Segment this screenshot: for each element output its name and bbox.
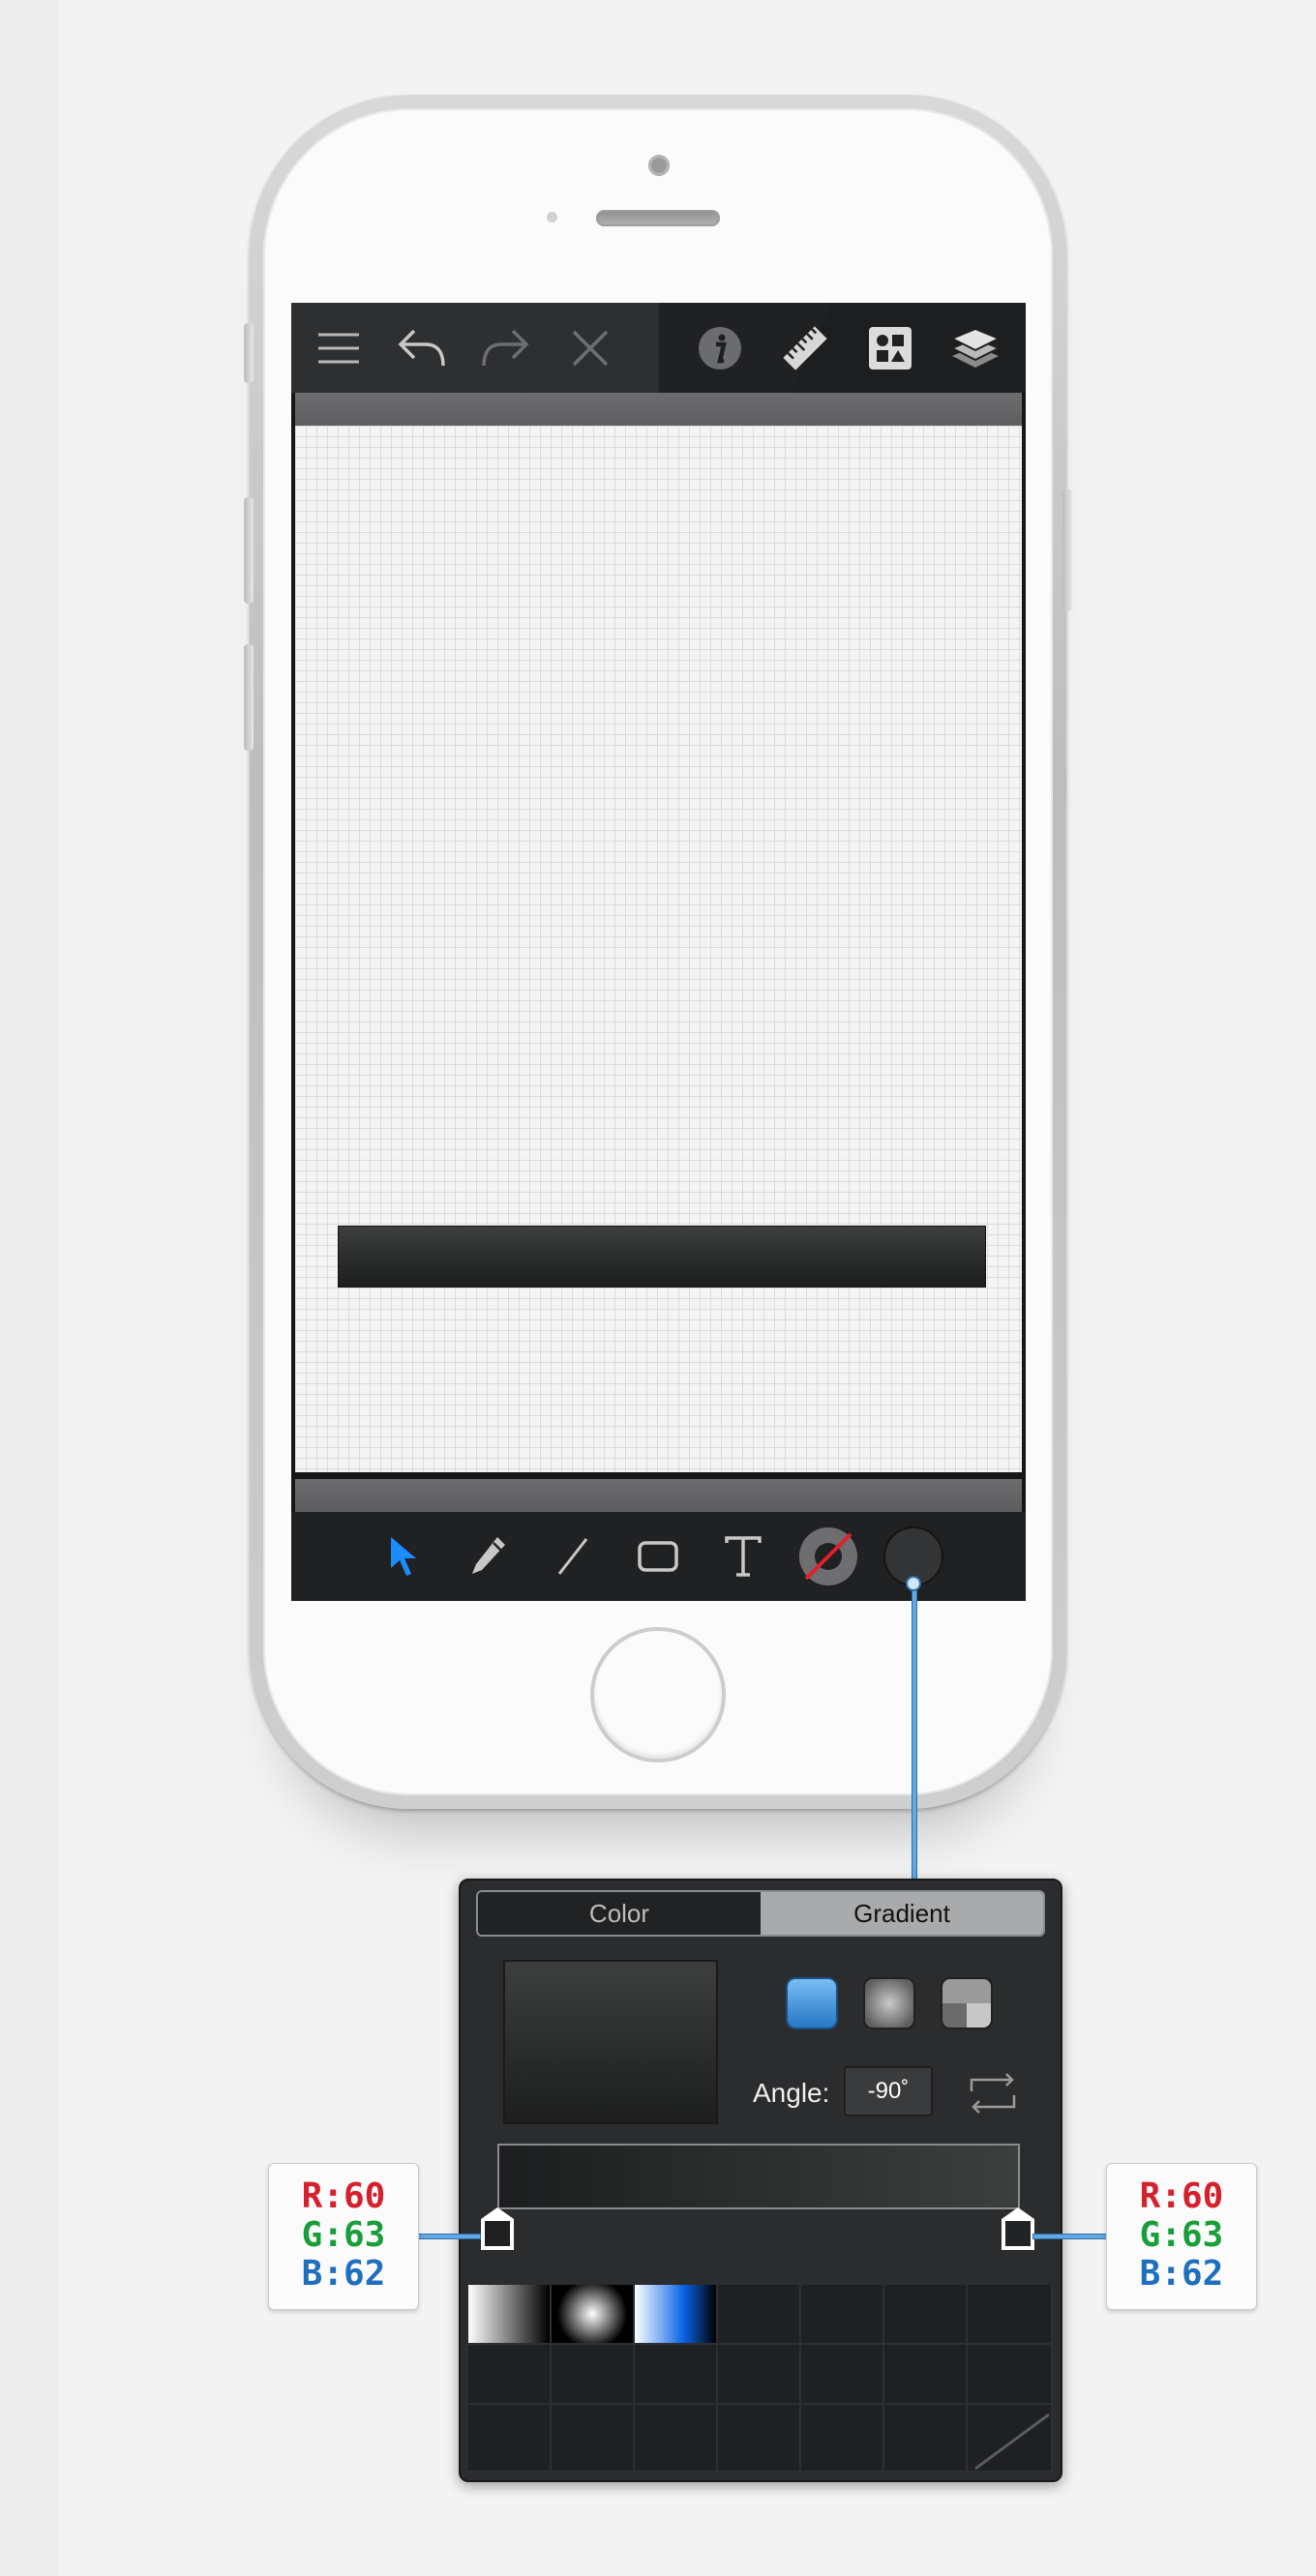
preset-empty[interactable] [468, 2345, 552, 2405]
preset-empty[interactable] [884, 2345, 968, 2405]
preset-empty[interactable] [718, 2345, 801, 2405]
mute-switch [244, 323, 254, 383]
volume-down-button [244, 644, 254, 751]
background-left-band [0, 0, 58, 2576]
fill-type-segmented-control: Color Gradient [476, 1890, 1045, 1937]
reverse-gradient-icon[interactable] [966, 2068, 1020, 2118]
info-icon[interactable] [686, 303, 754, 393]
volume-up-button [244, 497, 254, 604]
undo-icon[interactable] [388, 303, 456, 393]
close-icon[interactable] [556, 303, 624, 393]
canvas-bottom-margin [295, 1479, 1022, 1512]
proximity-sensor [547, 212, 557, 222]
preset-empty[interactable] [635, 2345, 718, 2405]
top-toolbar [291, 303, 1026, 393]
callout-link-right [1033, 2235, 1107, 2238]
redo-icon[interactable] [471, 303, 539, 393]
preset-empty[interactable] [884, 2405, 968, 2472]
preset-empty[interactable] [801, 2405, 884, 2472]
earpiece-speaker [596, 210, 720, 226]
preset-empty[interactable] [801, 2345, 884, 2405]
preset-empty[interactable] [718, 2405, 801, 2472]
preset-empty[interactable] [552, 2405, 635, 2472]
gradient-preview [503, 1960, 718, 2124]
canvas-top-margin [295, 393, 1022, 426]
layers-icon[interactable] [942, 303, 1009, 393]
rgb-callout-left: R:60 G:63 B:62 [268, 2163, 419, 2310]
preset-empty[interactable] [884, 2285, 968, 2345]
line-icon[interactable] [539, 1512, 607, 1601]
front-camera [648, 155, 670, 176]
tab-gradient[interactable]: Gradient [761, 1892, 1043, 1935]
gradient-bar[interactable] [497, 2144, 1020, 2209]
connector-line [912, 1583, 916, 1880]
preset-empty[interactable] [552, 2345, 635, 2405]
resize-corner-cell[interactable] [968, 2405, 1053, 2472]
gradient-stop-left[interactable] [479, 2206, 516, 2252]
preset-white-blue-black-linear[interactable] [635, 2285, 718, 2345]
power-button [1062, 489, 1072, 611]
rectangle-icon[interactable] [624, 1512, 692, 1601]
stroke-color-icon[interactable] [794, 1512, 862, 1601]
angle-gradient-icon[interactable] [942, 1979, 991, 2028]
callout-blue-value: B:62 [301, 2254, 386, 2294]
pen-icon[interactable] [454, 1512, 522, 1601]
callout-red-value: R:60 [301, 2176, 386, 2216]
preset-empty[interactable] [635, 2405, 718, 2472]
drawing-canvas[interactable] [295, 426, 1022, 1472]
gradient-stop-right[interactable] [1000, 2206, 1036, 2252]
callout-green-value: G:63 [301, 2215, 386, 2255]
selected-rectangle-shape[interactable] [338, 1226, 986, 1288]
tab-color[interactable]: Color [478, 1892, 761, 1935]
select-arrow-icon[interactable] [369, 1512, 436, 1601]
shapes-icon[interactable] [856, 303, 924, 393]
radial-gradient-icon[interactable] [865, 1979, 913, 2028]
preset-empty[interactable] [718, 2285, 801, 2345]
gradient-presets-grid [468, 2285, 1053, 2472]
preset-empty[interactable] [468, 2405, 552, 2472]
app-screen [291, 303, 1026, 1601]
ruler-icon[interactable] [771, 303, 839, 393]
rgb-callout-right: R:60 G:63 B:62 [1106, 2163, 1257, 2310]
angle-label: Angle: [753, 2078, 830, 2108]
callout-green-value: G:63 [1139, 2215, 1224, 2255]
menu-icon[interactable] [305, 303, 373, 393]
preset-empty[interactable] [801, 2285, 884, 2345]
linear-gradient-icon[interactable] [788, 1979, 836, 2028]
preset-empty[interactable] [968, 2345, 1053, 2405]
text-icon[interactable] [709, 1512, 777, 1601]
callout-blue-value: B:62 [1139, 2254, 1224, 2294]
preset-white-black-radial[interactable] [552, 2285, 635, 2345]
callout-link-left [418, 2235, 480, 2238]
home-button[interactable] [590, 1627, 726, 1762]
fill-panel: Color Gradient Angle: -90˚ [459, 1879, 1062, 2482]
connector-dot [906, 1576, 921, 1591]
preset-white-black-linear[interactable] [468, 2285, 552, 2345]
angle-input[interactable]: -90˚ [844, 2066, 933, 2117]
callout-red-value: R:60 [1139, 2176, 1224, 2216]
preset-empty[interactable] [968, 2285, 1053, 2345]
